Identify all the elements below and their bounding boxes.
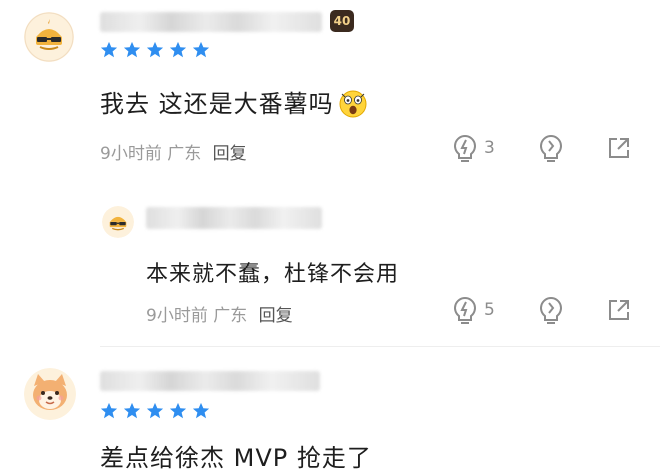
reply-location: 广东	[213, 306, 248, 326]
avatar[interactable]	[24, 368, 76, 420]
lightbulb-dislike-icon	[538, 296, 564, 324]
shocked-face-emoji-icon	[339, 90, 367, 118]
reply-username-blurred[interactable]	[146, 207, 322, 229]
comment-text: 差点给徐杰 MVP 抢走了	[100, 444, 372, 472]
dislike-button[interactable]	[538, 134, 564, 162]
reply-share-button[interactable]	[607, 298, 631, 322]
comment-text: 我去 这还是大番薯吗	[100, 84, 368, 119]
like-count: 3	[484, 138, 495, 158]
reply-reply-button[interactable]: 回复	[259, 306, 293, 326]
star-icon	[100, 402, 118, 419]
comment-meta: 9小时前 广东 回复	[100, 139, 247, 164]
avatar[interactable]	[24, 12, 74, 62]
share-button[interactable]	[607, 136, 631, 160]
level-badge: 40	[330, 10, 354, 32]
lightbulb-like-icon	[452, 296, 478, 324]
share-icon	[607, 136, 631, 160]
reply-like-count: 5	[484, 300, 495, 320]
comment-time: 9小时前	[100, 144, 162, 164]
like-button[interactable]: 3	[452, 134, 495, 162]
rating-stars	[100, 402, 210, 420]
sunglasses-burger-avatar-icon	[24, 12, 74, 62]
share-icon	[607, 298, 631, 322]
star-icon	[100, 41, 118, 58]
reply-time: 9小时前	[146, 306, 208, 326]
reply-button[interactable]: 回复	[213, 144, 247, 164]
username-blurred[interactable]	[100, 12, 322, 32]
star-icon	[169, 41, 187, 58]
reply-dislike-button[interactable]	[538, 296, 564, 324]
comment-body: 我去 这还是大番薯吗	[100, 90, 334, 118]
reply-like-button[interactable]: 5	[452, 296, 495, 324]
comment-divider	[100, 346, 660, 347]
star-icon	[169, 402, 187, 419]
rating-stars	[100, 41, 210, 59]
sunglasses-burger-avatar-icon	[102, 206, 134, 238]
star-icon	[146, 41, 164, 58]
comment-location: 广东	[167, 144, 202, 164]
star-icon	[123, 402, 141, 419]
star-icon	[192, 402, 210, 419]
username-blurred[interactable]	[100, 371, 320, 391]
lightbulb-like-icon	[452, 134, 478, 162]
shiba-dog-avatar-icon	[24, 368, 76, 420]
star-icon	[123, 41, 141, 58]
lightbulb-dislike-icon	[538, 134, 564, 162]
reply-avatar[interactable]	[102, 206, 134, 238]
reply-text: 本来就不蠢，杜锋不会用	[146, 262, 400, 287]
reply-meta: 9小时前 广东 回复	[146, 301, 293, 326]
star-icon	[146, 402, 164, 419]
star-icon	[192, 41, 210, 58]
